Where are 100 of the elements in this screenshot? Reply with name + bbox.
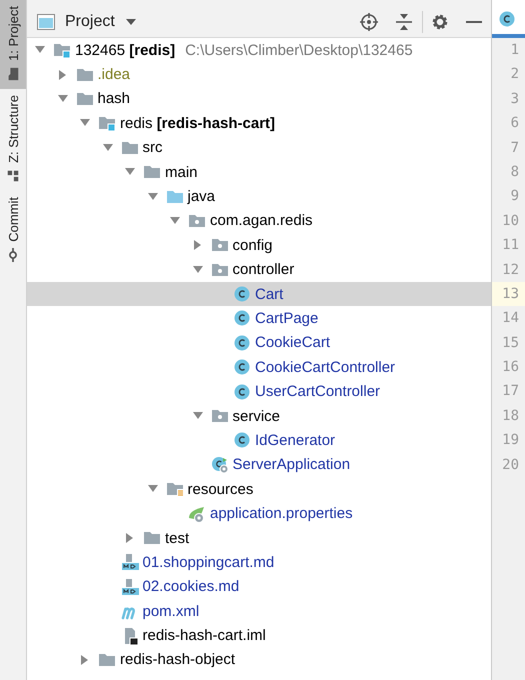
tree-row[interactable]: redis [redis-hash-cart] [27, 111, 491, 136]
line-number: 11 [501, 236, 520, 256]
settings-icon[interactable] [431, 12, 449, 30]
tree-row[interactable]: CookieCartController [27, 355, 491, 380]
node-label: main [165, 164, 198, 181]
node-label: .idea [98, 66, 130, 84]
line-number: 18 [501, 406, 520, 426]
line-number: 7 [510, 138, 520, 158]
node-label: redis-hash-object [120, 651, 236, 668]
node-label: 02.cookies.md [142, 578, 240, 596]
project-path: C:\Users\Climber\Desktop\132465 [185, 42, 413, 59]
tool-window-tab[interactable]: Commit [0, 190, 26, 270]
node-label: Cart [255, 286, 284, 303]
node-label: config [232, 236, 273, 254]
module-folder-icon [98, 114, 116, 132]
tree-row[interactable]: hash [27, 86, 491, 112]
tree-row[interactable]: com.agan.redis [27, 208, 491, 234]
window-icon [37, 14, 55, 30]
tool-window-tab[interactable]: Z: Structure [0, 88, 26, 191]
tree-row[interactable]: application.properties [27, 501, 491, 526]
line-number: 12 [501, 260, 520, 280]
folder-icon [6, 66, 20, 81]
tree-row[interactable]: pom.xml [27, 598, 491, 624]
expand-arrow-icon[interactable] [192, 239, 204, 252]
dropdown-caret-icon[interactable] [124, 18, 137, 26]
node-label: UserCartController [255, 383, 380, 400]
tree-row[interactable]: controller [27, 258, 491, 282]
line-number: 13 [492, 282, 525, 306]
line-number: 2 [510, 65, 520, 84]
node-label: 01.shoppingcart.md [142, 554, 274, 571]
expand-arrow-icon[interactable] [56, 68, 68, 81]
line-number: 10 [501, 212, 520, 231]
tree-row[interactable]: UserCartController [27, 379, 491, 404]
node-label: CookieCartController [255, 358, 396, 376]
leaf-gear-icon [188, 504, 206, 523]
tool-window-tab[interactable]: 1: Project [0, 0, 26, 89]
module-folder-icon [53, 41, 71, 60]
tree-row[interactable]: .idea [27, 62, 491, 87]
node-label: 132465 [redis] [75, 42, 176, 59]
editor-tab[interactable] [492, 0, 525, 38]
tree-row[interactable]: redis-hash-cart.iml [27, 623, 491, 648]
line-number: 6 [510, 114, 520, 134]
tree-row[interactable]: src [27, 136, 491, 160]
node-label: resources [188, 480, 254, 498]
class-icon [233, 358, 251, 376]
tree-row[interactable]: CookieCart [27, 330, 491, 356]
markdown-file-icon [120, 578, 138, 596]
node-label: ServerApplication [232, 456, 350, 474]
line-number: 16 [501, 358, 520, 378]
node-label: CookieCart [255, 334, 330, 352]
node-label: hash [98, 90, 130, 108]
node-label: IdGenerator [255, 432, 336, 449]
line-number: 9 [510, 187, 520, 206]
node-label: test [165, 530, 190, 546]
class-icon [233, 431, 251, 450]
tree-row[interactable]: 02.cookies.md [27, 574, 491, 599]
line-number: 8 [510, 162, 520, 182]
node-label: service [232, 408, 280, 425]
node-label: src [142, 139, 162, 156]
folder-icon [143, 529, 161, 547]
line-number: 14 [501, 309, 520, 328]
class-icon [233, 309, 251, 328]
resource-folder-icon [166, 480, 184, 498]
node-label: pom.xml [142, 602, 200, 620]
class-icon [233, 334, 251, 352]
tree-row[interactable]: config [27, 233, 491, 258]
tree-row[interactable]: 01.shoppingcart.md [27, 550, 491, 575]
node-label: redis [redis-hash-cart] [120, 114, 276, 132]
line-number: 19 [501, 431, 520, 450]
tree-row[interactable]: ServerApplication [27, 452, 491, 478]
line-number: 17 [501, 382, 520, 402]
node-label: com.agan.redis [210, 212, 313, 230]
application-class-icon [210, 456, 228, 474]
line-number: 3 [510, 90, 520, 109]
tree-row[interactable]: redis-hash-object [27, 648, 491, 672]
locate-crosshair-icon[interactable] [360, 12, 378, 30]
node-label: application.properties [210, 505, 353, 522]
line-number: 15 [501, 334, 520, 353]
tree-row[interactable]: CartPage [27, 306, 491, 331]
node-label: redis-hash-cart.iml [142, 627, 266, 644]
markdown-file-icon [120, 553, 138, 572]
tree-row[interactable]: IdGenerator [27, 428, 491, 453]
tree-row[interactable]: service [27, 404, 491, 428]
structure-blocks-icon [6, 168, 20, 183]
line-number: 20 [501, 456, 520, 475]
class-icon [233, 382, 251, 401]
node-label: controller [232, 261, 294, 278]
class-icon [233, 285, 251, 304]
collapse-all-icon[interactable] [394, 12, 414, 30]
tree-row[interactable]: resources [27, 477, 491, 502]
node-label: java [188, 188, 216, 206]
tree-row[interactable]: Cart [27, 282, 491, 306]
node-label: CartPage [255, 310, 318, 327]
line-number: 1 [510, 41, 520, 60]
tree-row[interactable]: test [27, 526, 491, 550]
tree-row[interactable]: java [27, 184, 491, 209]
tree-row[interactable]: main [27, 160, 491, 184]
class-icon [498, 10, 516, 28]
commit-node-icon [6, 248, 20, 262]
tree-row[interactable]: 132465 [redis] C:\Users\Climber\Desktop\132465 [27, 38, 491, 62]
